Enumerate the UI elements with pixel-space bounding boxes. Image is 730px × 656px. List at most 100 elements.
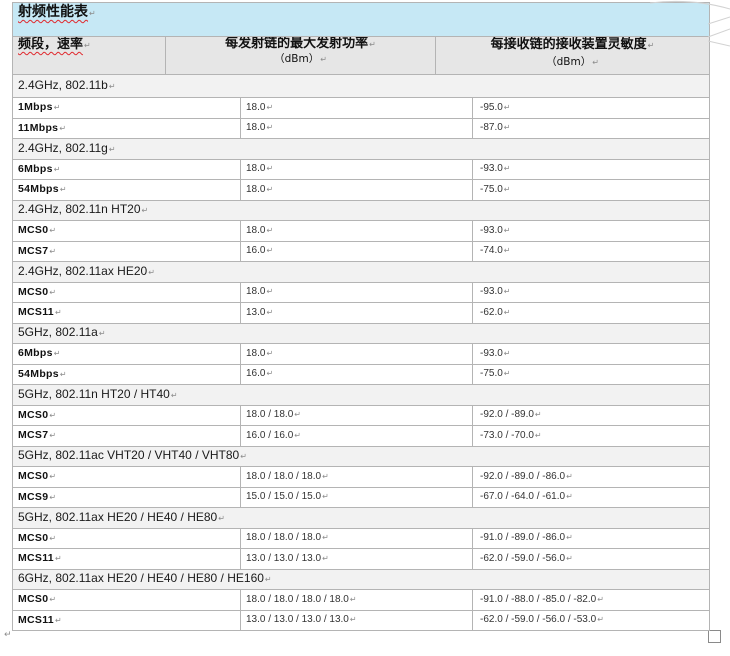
rx-sensitivity-cell[interactable]: -67.0 / -64.0 / -61.0↵ [471, 486, 711, 508]
paragraph-mark-icon: ↵ [266, 164, 274, 174]
rx-sensitivity-cell[interactable]: -62.0 / -59.0 / -56.0 / -53.0↵ [471, 609, 711, 631]
rate-label: MCS0 [18, 531, 49, 544]
tx-power-cell[interactable]: 16.0↵ [240, 240, 473, 262]
rx-sensitivity-cell[interactable]: -93.0↵ [471, 158, 711, 180]
tx-power-cell[interactable]: 18.0↵ [240, 97, 473, 119]
rate-cell[interactable]: MCS11↵ [12, 609, 241, 631]
rate-cell[interactable]: MCS0↵ [12, 220, 241, 242]
band-cell[interactable]: 2.4GHz, 802.11g↵ [11, 138, 711, 160]
rate-cell[interactable]: MCS7↵ [12, 240, 241, 262]
paragraph-mark-icon: ↵ [170, 390, 178, 400]
tx-power-cell[interactable]: 15.0 / 15.0 / 15.0↵ [240, 486, 473, 508]
rate-cell[interactable]: 54Mbps↵ [12, 179, 241, 201]
tx-power-cell[interactable]: 13.0 / 13.0 / 13.0 / 13.0↵ [240, 609, 473, 631]
rate-label: 6Mbps [18, 162, 53, 175]
rx-sensitivity-value: -92.0 / -89.0 [480, 409, 534, 421]
paragraph-mark-icon: ↵ [566, 492, 573, 502]
paragraph-mark-icon: ↵ [59, 185, 67, 195]
rate-cell[interactable]: MCS0↵ [12, 466, 241, 488]
rx-sensitivity-cell[interactable]: -91.0 / -88.0 / -85.0 / -82.0↵ [471, 589, 711, 611]
paragraph-mark-icon: ↵ [141, 206, 149, 216]
paragraph-mark-icon: ↵ [294, 410, 301, 420]
rx-sensitivity-cell[interactable]: -92.0 / -89.0 / -86.0↵ [471, 466, 711, 488]
band-cell[interactable]: 5GHz, 802.11ax HE20 / HE40 / HE80↵ [11, 507, 711, 529]
rate-cell[interactable]: MCS7↵ [12, 425, 241, 447]
rate-cell[interactable]: MCS11↵ [12, 548, 241, 570]
paragraph-mark-icon: ↵ [89, 9, 96, 18]
tx-power-cell[interactable]: 18.0↵ [240, 117, 473, 139]
rate-cell[interactable]: 1Mbps↵ [12, 97, 241, 119]
tx-power-cell[interactable]: 16.0↵ [240, 363, 473, 385]
rx-sensitivity-value: -92.0 / -89.0 / -86.0 [480, 470, 566, 482]
rx-sensitivity-cell[interactable]: -87.0↵ [471, 117, 711, 139]
rx-sensitivity-cell[interactable]: -75.0↵ [471, 363, 711, 385]
paragraph-mark-icon: ↵ [49, 287, 57, 297]
rx-sensitivity-cell[interactable]: -73.0 / -70.0↵ [471, 425, 711, 447]
tx-power-cell[interactable]: 18.0↵ [240, 343, 473, 365]
rx-sensitivity-cell[interactable]: -93.0↵ [471, 281, 711, 303]
band-cell[interactable]: 2.4GHz, 802.11ax HE20↵ [11, 261, 711, 283]
band-cell[interactable]: 5GHz, 802.11ac VHT20 / VHT40 / VHT80↵ [11, 445, 711, 467]
tx-power-cell[interactable]: 18.0↵ [240, 158, 473, 180]
band-row: 2.4GHz, 802.11g↵ [11, 138, 711, 160]
band-cell[interactable]: 6GHz, 802.11ax HE20 / HE40 / HE80 / HE16… [11, 568, 711, 590]
rate-cell[interactable]: MCS0↵ [12, 527, 241, 549]
paragraph-mark-icon: ↵ [53, 164, 61, 174]
rate-cell[interactable]: MCS11↵ [12, 302, 241, 324]
band-label: 2.4GHz, 802.11n HT20 [18, 202, 141, 217]
tx-power-cell[interactable]: 13.0 / 13.0 / 13.0↵ [240, 548, 473, 570]
paragraph-mark-icon: ↵ [98, 329, 106, 339]
band-cell[interactable]: 5GHz, 802.11n HT20 / HT40↵ [11, 384, 711, 406]
rate-cell[interactable]: MCS0↵ [12, 404, 241, 426]
paragraph-mark-icon: ↵ [503, 102, 511, 112]
rate-row: MCS0↵ 18.0 / 18.0↵ -92.0 / -89.0↵ [12, 404, 711, 426]
rx-sensitivity-cell[interactable]: -62.0 / -59.0 / -56.0↵ [471, 548, 711, 570]
rx-sensitivity-cell[interactable]: -95.0↵ [471, 97, 711, 119]
rate-cell[interactable]: MCS0↵ [12, 281, 241, 303]
rx-sensitivity-value: -93.0 [480, 224, 503, 236]
tx-power-cell[interactable]: 18.0↵ [240, 179, 473, 201]
header-rx-sensitivity-cell[interactable]: 每接收链的接收装置灵敏度↵ （dBm）↵ [434, 36, 711, 75]
tx-power-cell[interactable]: 18.0 / 18.0 / 18.0↵ [240, 527, 473, 549]
table-resize-handle[interactable] [708, 630, 721, 643]
table-title-cell[interactable]: 射频性能表↵ [11, 2, 711, 37]
rate-cell[interactable]: 54Mbps↵ [12, 363, 241, 385]
header-band-rate-cell[interactable]: 频段，速率↵ [12, 36, 166, 75]
band-cell[interactable]: 5GHz, 802.11a↵ [11, 322, 711, 344]
header-tx-power-cell[interactable]: 每发射链的最大发射功率↵ （dBm）↵ [165, 36, 436, 75]
rx-sensitivity-value: -91.0 / -88.0 / -85.0 / -82.0 [480, 593, 597, 605]
band-cell[interactable]: 2.4GHz, 802.11n HT20↵ [11, 199, 711, 221]
tx-power-cell[interactable]: 18.0↵ [240, 281, 473, 303]
paragraph-mark-icon: ↵ [503, 287, 511, 297]
tx-power-cell[interactable]: 16.0 / 16.0↵ [240, 425, 473, 447]
rx-sensitivity-cell[interactable]: -91.0 / -89.0 / -86.0↵ [471, 527, 711, 549]
paragraph-mark-icon: ↵ [566, 533, 573, 543]
rx-sensitivity-cell[interactable]: -93.0↵ [471, 343, 711, 365]
rate-row: 54Mbps↵ 16.0↵ -75.0↵ [12, 363, 711, 385]
rx-sensitivity-cell[interactable]: -93.0↵ [471, 220, 711, 242]
paragraph-mark-icon: ↵ [503, 246, 511, 256]
rx-sensitivity-cell[interactable]: -75.0↵ [471, 179, 711, 201]
paragraph-mark-icon: ↵ [84, 41, 91, 50]
rx-sensitivity-cell[interactable]: -62.0↵ [471, 302, 711, 324]
paragraph-mark-icon: ↵ [597, 615, 604, 625]
paragraph-mark-icon: ↵ [503, 164, 511, 174]
rate-cell[interactable]: 6Mbps↵ [12, 158, 241, 180]
rate-cell[interactable]: 6Mbps↵ [12, 343, 241, 365]
paragraph-mark-icon: ↵ [349, 615, 357, 625]
band-cell[interactable]: 2.4GHz, 802.11b↵ [11, 74, 711, 98]
rate-cell[interactable]: 11Mbps↵ [12, 117, 241, 139]
tx-power-cell[interactable]: 13.0↵ [240, 302, 473, 324]
tx-power-cell[interactable]: 18.0↵ [240, 220, 473, 242]
tx-power-value: 18.0 [246, 286, 266, 298]
rx-sensitivity-cell[interactable]: -74.0↵ [471, 240, 711, 262]
rx-sensitivity-cell[interactable]: -92.0 / -89.0↵ [471, 404, 711, 426]
rate-cell[interactable]: MCS0↵ [12, 589, 241, 611]
paragraph-mark-icon: ↵ [503, 369, 511, 379]
tx-power-cell[interactable]: 18.0 / 18.0 / 18.0↵ [240, 466, 473, 488]
tx-power-cell[interactable]: 18.0 / 18.0↵ [240, 404, 473, 426]
paragraph-mark-icon: ↵ [49, 595, 57, 605]
tx-power-cell[interactable]: 18.0 / 18.0 / 18.0 / 18.0↵ [240, 589, 473, 611]
paragraph-mark-icon: ↵ [503, 184, 511, 194]
rate-cell[interactable]: MCS9↵ [12, 486, 241, 508]
